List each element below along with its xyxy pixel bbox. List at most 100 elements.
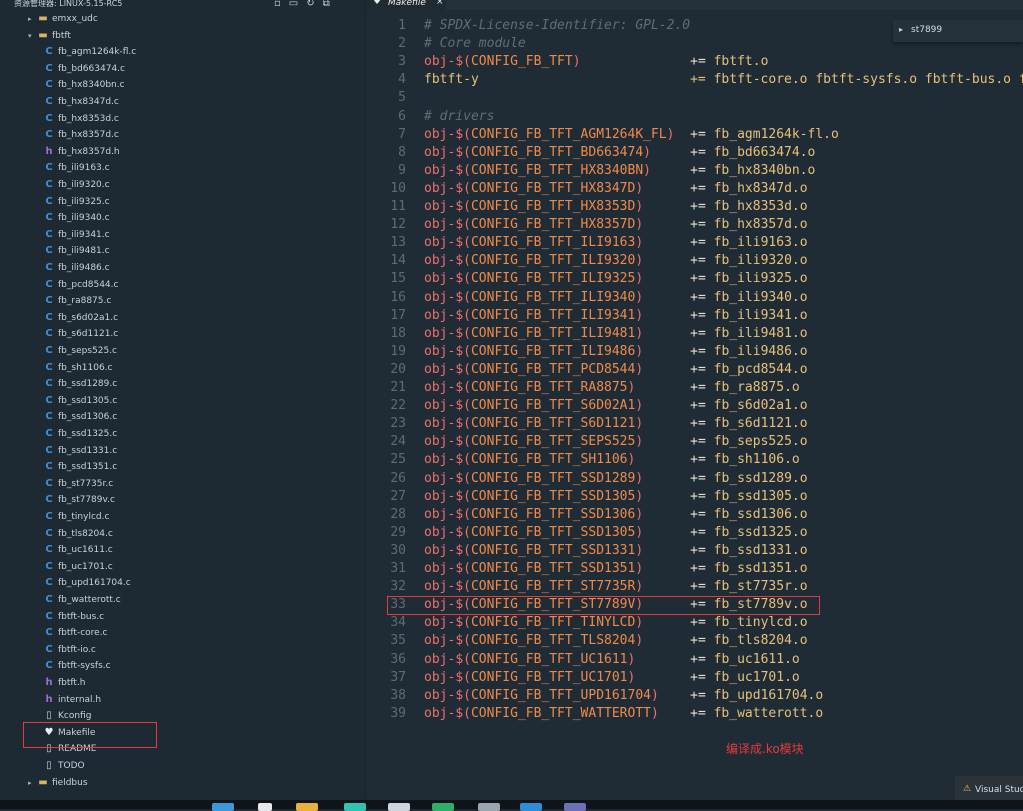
tree-file[interactable]: Cfb_watterott.c bbox=[0, 593, 365, 609]
tree-file[interactable]: Cfb_hx8340bn.c bbox=[0, 78, 365, 94]
tree-file[interactable]: Cfb_ssd1351.c bbox=[0, 460, 365, 476]
code-line[interactable]: 32 obj-$(CONFIG_FB_TFT_ST7735R) += fb_st7… bbox=[366, 579, 1023, 597]
code-line[interactable]: 27 obj-$(CONFIG_FB_TFT_SSD1305) += fb_ssd… bbox=[366, 489, 1023, 507]
tree-file[interactable]: Cfb_ssd1325.c bbox=[0, 427, 365, 443]
code-line[interactable]: 15 obj-$(CONFIG_FB_TFT_ILI9325) += fb_ili… bbox=[366, 271, 1023, 289]
tree-folder[interactable]: ▸ ▬ fieldbus bbox=[0, 776, 365, 792]
code-line[interactable]: 21 obj-$(CONFIG_FB_TFT_RA8875) += fb_ra88… bbox=[366, 380, 1023, 398]
taskbar-app-icon[interactable] bbox=[432, 803, 454, 811]
code-line[interactable]: 7 obj-$(CONFIG_FB_TFT_AGM1264K_FL) += fb_… bbox=[366, 127, 1023, 145]
chevron-down-icon[interactable]: ▾ bbox=[28, 32, 36, 40]
new-folder-icon[interactable]: ▭ bbox=[289, 0, 306, 9]
code-line[interactable]: 39 obj-$(CONFIG_FB_TFT_WATTEROTT) += fb_w… bbox=[366, 706, 1023, 724]
tree-file[interactable]: Cfb_ili9340.c bbox=[0, 211, 365, 227]
taskbar-app-icon[interactable] bbox=[520, 803, 542, 811]
tree-file[interactable]: Cfb_bd663474.c bbox=[0, 62, 365, 78]
code-line[interactable]: 37 obj-$(CONFIG_FB_TFT_UC1701) += fb_uc17… bbox=[366, 670, 1023, 688]
tree-file[interactable]: Cfb_hx8353d.c bbox=[0, 112, 365, 128]
tab-makefile[interactable]: ♥ Makefile × bbox=[366, 0, 446, 10]
tree-folder[interactable]: ▾ ▬ fbtft bbox=[0, 29, 365, 45]
tree-file[interactable]: Cfb_ili9486.c bbox=[0, 261, 365, 277]
code-line[interactable]: 22 obj-$(CONFIG_FB_TFT_S6D02A1) += fb_s6d… bbox=[366, 398, 1023, 416]
taskbar-app-icon[interactable] bbox=[258, 803, 272, 811]
code-line[interactable]: 14 obj-$(CONFIG_FB_TFT_ILI9320) += fb_ili… bbox=[366, 253, 1023, 271]
code-line[interactable]: 28 obj-$(CONFIG_FB_TFT_SSD1306) += fb_ssd… bbox=[366, 507, 1023, 525]
refresh-icon[interactable]: ↻ bbox=[306, 0, 322, 9]
tree-file[interactable]: Cfb_ili9325.c bbox=[0, 195, 365, 211]
tree-file[interactable]: Cfbtft-io.c bbox=[0, 643, 365, 659]
tree-file[interactable]: Cfb_ili9163.c bbox=[0, 161, 365, 177]
code-line[interactable]: 23 obj-$(CONFIG_FB_TFT_S6D1121) += fb_s6d… bbox=[366, 416, 1023, 434]
code-line[interactable]: 17 obj-$(CONFIG_FB_TFT_ILI9341) += fb_ili… bbox=[366, 308, 1023, 326]
tree-file[interactable]: Cfb_tls8204.c bbox=[0, 527, 365, 543]
close-icon[interactable]: × bbox=[436, 0, 444, 7]
code-line[interactable]: 9 obj-$(CONFIG_FB_TFT_HX8340BN) += fb_hx8… bbox=[366, 163, 1023, 181]
tree-file[interactable]: h fb_hx8357d.h bbox=[0, 145, 365, 161]
tree-file[interactable]: Cfb_ssd1305.c bbox=[0, 394, 365, 410]
chevron-right-icon[interactable]: ▸ bbox=[28, 15, 36, 23]
tree-file[interactable]: ▯ TODO bbox=[0, 759, 365, 775]
tree-file[interactable]: Cfb_sh1106.c bbox=[0, 361, 365, 377]
tree-file[interactable]: Cfb_hx8347d.c bbox=[0, 95, 365, 111]
notification-toast[interactable]: ⚠ Visual Stud bbox=[955, 776, 1023, 800]
code-line[interactable]: 19 obj-$(CONFIG_FB_TFT_ILI9486) += fb_ili… bbox=[366, 344, 1023, 362]
code-line[interactable]: 20 obj-$(CONFIG_FB_TFT_PCD8544) += fb_pcd… bbox=[366, 362, 1023, 380]
code-line[interactable]: 5 bbox=[366, 90, 1023, 108]
collapse-all-icon[interactable]: ⧉ bbox=[323, 0, 338, 9]
code-line[interactable]: 18 obj-$(CONFIG_FB_TFT_ILI9481) += fb_ili… bbox=[366, 326, 1023, 344]
code-line[interactable]: 30 obj-$(CONFIG_FB_TFT_SSD1331) += fb_ssd… bbox=[366, 543, 1023, 561]
tree-folder[interactable]: ▸ ▬ emxx_udc bbox=[0, 12, 365, 28]
tree-file[interactable]: Cfb_upd161704.c bbox=[0, 576, 365, 592]
tree-file[interactable]: Cfb_agm1264k-fl.c bbox=[0, 45, 365, 61]
taskbar-app-icon[interactable] bbox=[344, 803, 366, 811]
code-line[interactable]: 6 # drivers bbox=[366, 109, 1023, 127]
code-line[interactable]: 11 obj-$(CONFIG_FB_TFT_HX8353D) += fb_hx8… bbox=[366, 199, 1023, 217]
tree-file[interactable]: Cfb_ra8875.c bbox=[0, 294, 365, 310]
code-line[interactable]: 12 obj-$(CONFIG_FB_TFT_HX8357D) += fb_hx8… bbox=[366, 217, 1023, 235]
code-line[interactable]: 36 obj-$(CONFIG_FB_TFT_UC1611) += fb_uc16… bbox=[366, 652, 1023, 670]
tree-file[interactable]: h fbtft.h bbox=[0, 676, 365, 692]
tree-file[interactable]: Cfb_tinylcd.c bbox=[0, 510, 365, 526]
tree-file[interactable]: Cfb_ssd1306.c bbox=[0, 410, 365, 426]
tree-file[interactable]: Cfb_ssd1331.c bbox=[0, 444, 365, 460]
tree-file[interactable]: Cfb_ili9320.c bbox=[0, 178, 365, 194]
tree-file[interactable]: Cfbtft-sysfs.c bbox=[0, 659, 365, 675]
tree-file[interactable]: h internal.h bbox=[0, 693, 365, 709]
tree-file[interactable]: Cfb_s6d02a1.c bbox=[0, 311, 365, 327]
code-editor[interactable]: 1 # SPDX-License-Identifier: GPL-2.0 2 # Co… bbox=[366, 10, 1023, 792]
tree-file[interactable]: Cfb_hx8357d.c bbox=[0, 128, 365, 144]
code-line[interactable]: 24 obj-$(CONFIG_FB_TFT_SEPS525) += fb_sep… bbox=[366, 434, 1023, 452]
find-widget[interactable]: ▸ st7899 bbox=[893, 20, 1023, 42]
code-line[interactable]: 31 obj-$(CONFIG_FB_TFT_SSD1351) += fb_ssd… bbox=[366, 561, 1023, 579]
tree-file[interactable]: Cfb_st7735r.c bbox=[0, 477, 365, 493]
tree-file[interactable]: Cfb_pcd8544.c bbox=[0, 278, 365, 294]
tree-file[interactable]: Cfb_ili9481.c bbox=[0, 244, 365, 260]
code-line[interactable]: 8 obj-$(CONFIG_FB_TFT_BD663474) += fb_bd6… bbox=[366, 145, 1023, 163]
find-input[interactable]: st7899 bbox=[911, 25, 942, 35]
code-line[interactable]: 25 obj-$(CONFIG_FB_TFT_SH1106) += fb_sh11… bbox=[366, 452, 1023, 470]
taskbar-app-icon[interactable] bbox=[212, 803, 234, 811]
taskbar-app-icon[interactable] bbox=[564, 803, 586, 811]
tree-file[interactable]: Cfb_ili9341.c bbox=[0, 228, 365, 244]
tree-file[interactable]: Cfb_uc1701.c bbox=[0, 560, 365, 576]
tree-file[interactable]: Cfb_s6d1121.c bbox=[0, 327, 365, 343]
tree-file[interactable]: Cfb_seps525.c bbox=[0, 344, 365, 360]
taskbar-app-icon[interactable] bbox=[478, 803, 500, 811]
tree-file[interactable]: Cfb_ssd1289.c bbox=[0, 377, 365, 393]
code-line[interactable]: 26 obj-$(CONFIG_FB_TFT_SSD1289) += fb_ssd… bbox=[366, 471, 1023, 489]
code-line[interactable]: 35 obj-$(CONFIG_FB_TFT_TLS8204) += fb_tls… bbox=[366, 633, 1023, 651]
tree-file[interactable]: Cfb_st7789v.c bbox=[0, 493, 365, 509]
code-line[interactable]: 3 obj-$(CONFIG_FB_TFT) += fbtft.o bbox=[366, 54, 1023, 72]
code-line[interactable]: 10 obj-$(CONFIG_FB_TFT_HX8347D) += fb_hx8… bbox=[366, 181, 1023, 199]
code-line[interactable]: 29 obj-$(CONFIG_FB_TFT_SSD1305) += fb_ssd… bbox=[366, 525, 1023, 543]
chevron-right-icon[interactable]: ▸ bbox=[28, 779, 36, 787]
code-line[interactable]: 38 obj-$(CONFIG_FB_TFT_UPD161704) += fb_u… bbox=[366, 688, 1023, 706]
code-line[interactable]: 4 fbtft-y += fbtft-core.o fbtft-sysfs.o f… bbox=[366, 72, 1023, 90]
code-line[interactable]: 34 obj-$(CONFIG_FB_TFT_TINYLCD) += fb_tin… bbox=[366, 615, 1023, 633]
code-line[interactable]: 13 obj-$(CONFIG_FB_TFT_ILI9163) += fb_ili… bbox=[366, 235, 1023, 253]
chevron-right-icon[interactable]: ▸ bbox=[899, 25, 903, 34]
new-file-icon[interactable]: ▫ bbox=[274, 0, 289, 9]
tree-file[interactable]: Cfbtft-core.c bbox=[0, 626, 365, 642]
code-line[interactable]: 16 obj-$(CONFIG_FB_TFT_ILI9340) += fb_ili… bbox=[366, 290, 1023, 308]
taskbar-app-icon[interactable] bbox=[296, 803, 318, 811]
